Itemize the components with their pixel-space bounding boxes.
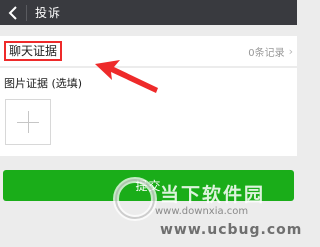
record-count-text: 0条记录 (248, 47, 285, 59)
back-button[interactable] (0, 0, 26, 25)
chevron-right-icon: › (288, 44, 293, 58)
complaint-page: 投诉 聊天证据 0条记录 › 图片证据 (选填) 提交 当下软件园 www.do… (0, 0, 301, 247)
chevron-left-icon (8, 5, 18, 20)
add-image-button[interactable] (5, 99, 51, 145)
watermark-logo-icon (113, 177, 157, 221)
page-title: 投诉 (35, 6, 62, 20)
watermark-url-1: www.downxia.com (155, 206, 249, 217)
title-bar: 投诉 (0, 0, 297, 25)
chat-evidence-count: 0条记录 › (248, 36, 293, 66)
chat-evidence-label: 聊天证据 (4, 41, 63, 61)
chat-evidence-row[interactable]: 聊天证据 0条记录 › (0, 36, 297, 66)
header-divider (26, 4, 27, 21)
image-evidence-label: 图片证据 (选填) (4, 77, 83, 90)
watermark-text: 当下软件园 (160, 184, 266, 206)
watermark-url-2: www.ucbug.com (160, 222, 303, 238)
